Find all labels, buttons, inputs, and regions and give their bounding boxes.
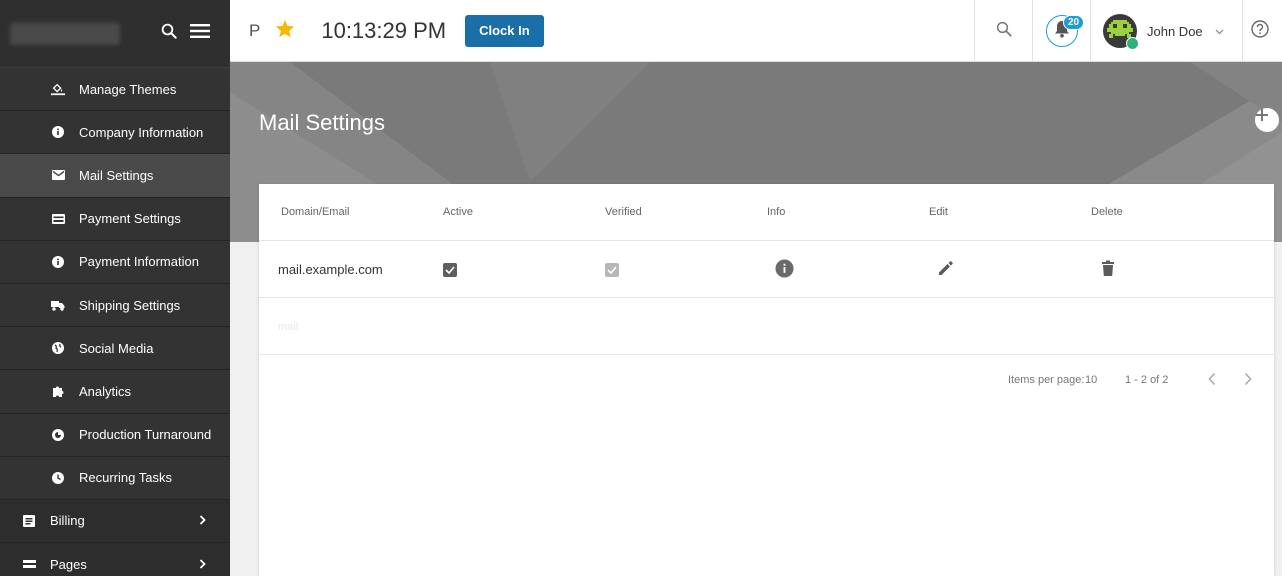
top-bar: P 10:13:29 PM Clock In 20 John Doe bbox=[230, 0, 1282, 62]
info-icon bbox=[51, 255, 65, 269]
sidebar-item-label: Manage Themes bbox=[79, 81, 177, 97]
pagination: Items per page: 10 1 - 2 of 2 bbox=[259, 372, 1274, 394]
edit-pencil-icon[interactable] bbox=[937, 259, 955, 280]
mail-icon bbox=[51, 168, 65, 182]
sidebar-item-label: Mail Settings bbox=[79, 167, 154, 183]
user-menu[interactable]: John Doe bbox=[1090, 0, 1242, 62]
sidebar-item-billing[interactable]: Billing bbox=[0, 499, 230, 544]
user-name: John Doe bbox=[1147, 23, 1203, 39]
p-label[interactable]: P bbox=[249, 21, 260, 41]
search-icon[interactable] bbox=[160, 22, 178, 45]
active-checkbox[interactable] bbox=[443, 262, 457, 277]
chevron-down-icon bbox=[1215, 22, 1224, 40]
sidebar-item-company-information[interactable]: Company Information bbox=[0, 111, 230, 155]
domain-email-faded: mail bbox=[278, 320, 299, 333]
globe-icon bbox=[51, 341, 65, 355]
notification-badge: 20 bbox=[1063, 15, 1085, 30]
sidebar-item-label: Analytics bbox=[79, 383, 132, 399]
column-header-delete: Delete bbox=[1091, 206, 1123, 218]
sidebar-item-payment-information[interactable]: Payment Information bbox=[0, 240, 230, 284]
truck-icon bbox=[51, 298, 65, 312]
sidebar-item-social-media[interactable]: Social Media bbox=[0, 327, 230, 371]
sidebar-item-shipping-settings[interactable]: Shipping Settings bbox=[0, 283, 230, 328]
previous-page-button[interactable] bbox=[1207, 372, 1217, 389]
clock-time: 10:13:29 PM bbox=[321, 17, 447, 43]
next-page-button[interactable] bbox=[1243, 372, 1253, 389]
sidebar-item-label: Payment Settings bbox=[79, 211, 181, 227]
column-header-info: Info bbox=[767, 206, 786, 218]
chevron-right-icon bbox=[199, 513, 206, 528]
clock-in-button[interactable]: Clock In bbox=[465, 14, 544, 47]
card-icon bbox=[51, 212, 65, 226]
sidebar-item-mail-settings[interactable]: Mail Settings bbox=[0, 154, 230, 198]
online-status-icon bbox=[1126, 37, 1139, 50]
chevron-right-icon bbox=[199, 557, 206, 572]
menu-icon[interactable] bbox=[190, 23, 210, 44]
paint-bucket-icon bbox=[51, 82, 65, 96]
items-per-page-label: Items per page: bbox=[1008, 374, 1085, 386]
sidebar-item-analytics[interactable]: Analytics bbox=[0, 370, 230, 414]
table-header: Domain/Email Active Verified Info Edit D… bbox=[259, 184, 1274, 241]
global-search-button[interactable] bbox=[974, 0, 1032, 62]
column-header-edit: Edit bbox=[929, 206, 948, 218]
column-header-verified[interactable]: Verified bbox=[605, 206, 642, 218]
help-button[interactable] bbox=[1242, 0, 1282, 62]
help-icon bbox=[1251, 19, 1269, 43]
sidebar-item-payment-settings[interactable]: Payment Settings bbox=[0, 197, 230, 241]
sidebar-item-label: Pages bbox=[50, 556, 87, 572]
column-header-domain[interactable]: Domain/Email bbox=[281, 206, 349, 218]
page-title: Mail Settings bbox=[259, 110, 385, 135]
sidebar-item-label: Company Information bbox=[79, 124, 204, 140]
sidebar-item-recurring-tasks[interactable]: Recurring Tasks bbox=[0, 456, 230, 500]
search-icon bbox=[995, 20, 1013, 43]
sidebar-item-label: Billing bbox=[50, 513, 85, 529]
sidebar-header bbox=[0, 0, 230, 68]
domain-email: mail.example.com bbox=[278, 262, 383, 277]
company-logo bbox=[10, 22, 120, 45]
items-per-page-select[interactable]: 10 bbox=[1085, 374, 1097, 386]
sidebar-item-pages[interactable]: Pages bbox=[0, 543, 230, 576]
table-row: mail bbox=[259, 298, 1274, 355]
info-icon[interactable] bbox=[775, 258, 794, 281]
page-range: 1 - 2 of 2 bbox=[1125, 374, 1169, 386]
sidebar-item-label: Recurring Tasks bbox=[79, 470, 172, 486]
notifications-button[interactable]: 20 bbox=[1032, 0, 1090, 62]
pages-icon bbox=[22, 557, 36, 571]
sidebar-item-label: Shipping Settings bbox=[79, 297, 181, 313]
sidebar: Manage Themes Company Information Mail S… bbox=[0, 0, 230, 576]
puzzle-icon bbox=[51, 384, 65, 398]
verified-checkbox bbox=[605, 262, 619, 277]
sidebar-item-production-turnaround[interactable]: Production Turnaround bbox=[0, 413, 230, 457]
sidebar-item-label: Payment Information bbox=[79, 254, 199, 270]
star-icon[interactable] bbox=[275, 19, 295, 43]
sidebar-item-label: Social Media bbox=[79, 340, 154, 356]
sidebar-item-label: Production Turnaround bbox=[79, 427, 212, 443]
mail-settings-table: Domain/Email Active Verified Info Edit D… bbox=[259, 184, 1274, 576]
clock-icon bbox=[51, 471, 65, 485]
info-icon bbox=[51, 125, 65, 139]
avatar bbox=[1103, 14, 1139, 50]
billing-icon bbox=[22, 514, 36, 528]
add-mail-setting-button[interactable] bbox=[1255, 108, 1279, 132]
delete-trash-icon[interactable] bbox=[1101, 260, 1115, 280]
sidebar-item-manage-themes[interactable]: Manage Themes bbox=[0, 68, 230, 112]
column-header-active[interactable]: Active bbox=[443, 206, 473, 218]
gauge-icon bbox=[51, 428, 65, 442]
table-row: mail.example.com bbox=[259, 241, 1274, 298]
